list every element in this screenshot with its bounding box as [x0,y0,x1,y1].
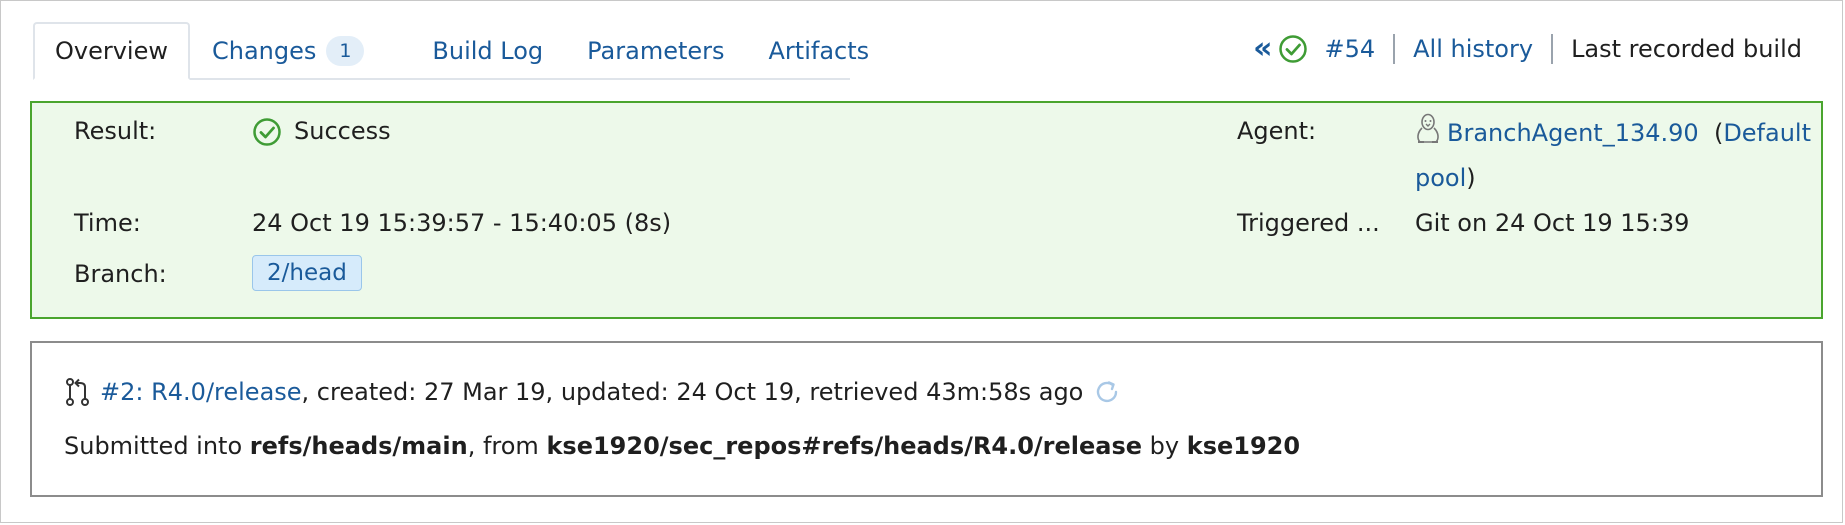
pull-request-summary: #2: R4.0/release , created: 27 Mar 19, u… [64,377,1121,407]
build-history-nav: « #54 All history Last recorded build [1253,30,1802,68]
agent-pool-open-paren: ( [1713,119,1724,147]
tab-bar: Overview Changes 1 Build Log Parameters … [33,22,892,80]
time-value: 24 Oct 19 15:39:57 - 15:40:05 (8s) [252,209,672,237]
tab-build-log[interactable]: Build Log [386,23,565,79]
triggered-label: Triggered ... [1237,209,1380,237]
submitted-prefix: Submitted into [64,432,250,460]
from-text: , from [467,432,547,460]
tab-parameters[interactable]: Parameters [565,23,746,79]
double-chevron-left-icon[interactable]: « [1253,34,1273,64]
pull-request-meta: , created: 27 Mar 19, updated: 24 Oct 19… [301,378,1084,406]
result-status-value: Success [294,117,391,145]
all-history-link[interactable]: All history [1413,35,1533,63]
tab-changes-label: Changes [212,37,317,65]
build-number-link[interactable]: #54 [1324,35,1375,63]
pull-request-submission: Submitted into refs/heads/main, from kse… [64,432,1300,460]
tab-changes[interactable]: Changes 1 [190,23,386,79]
target-ref: refs/heads/main [249,432,468,460]
agent-value: BranchAgent_134.90 (Default pool) [1415,113,1815,199]
tab-artifacts[interactable]: Artifacts [747,23,892,79]
check-circle-icon [252,117,282,147]
result-label: Result: [74,117,157,145]
pull-request-panel: #2: R4.0/release , created: 27 Mar 19, u… [30,341,1823,497]
pull-request-icon [64,377,92,407]
tab-build-log-label: Build Log [432,37,544,65]
linux-penguin-icon [1415,113,1441,158]
branch-label: Branch: [74,260,167,288]
tab-artifacts-label: Artifacts [768,37,870,65]
by-text: by [1142,432,1187,460]
branch-chip[interactable]: 2/head [252,255,362,291]
pull-request-link[interactable]: #2: R4.0/release [100,378,302,406]
pr-author: kse1920 [1186,432,1301,460]
agent-name-link[interactable]: BranchAgent_134.90 [1447,119,1699,147]
triggered-value: Git on 24 Oct 19 15:39 [1415,209,1690,237]
check-circle-icon [1278,34,1308,64]
agent-label: Agent: [1237,117,1317,145]
agent-pool-close-paren: ) [1466,164,1476,192]
tab-overview-label: Overview [55,37,168,65]
changes-count-badge: 1 [326,36,365,66]
nav-separator [1551,34,1554,64]
time-label: Time: [74,209,141,237]
tab-overview[interactable]: Overview [33,22,190,80]
refresh-icon[interactable] [1093,378,1121,406]
tab-parameters-label: Parameters [587,37,725,65]
build-result-panel: Result: Success Time: 24 Oct 19 15:39:57… [30,101,1823,319]
source-ref: kse1920/sec_repos#refs/heads/R4.0/releas… [546,432,1143,460]
nav-separator [1393,34,1396,64]
last-recorded-build-text: Last recorded build [1571,35,1802,63]
